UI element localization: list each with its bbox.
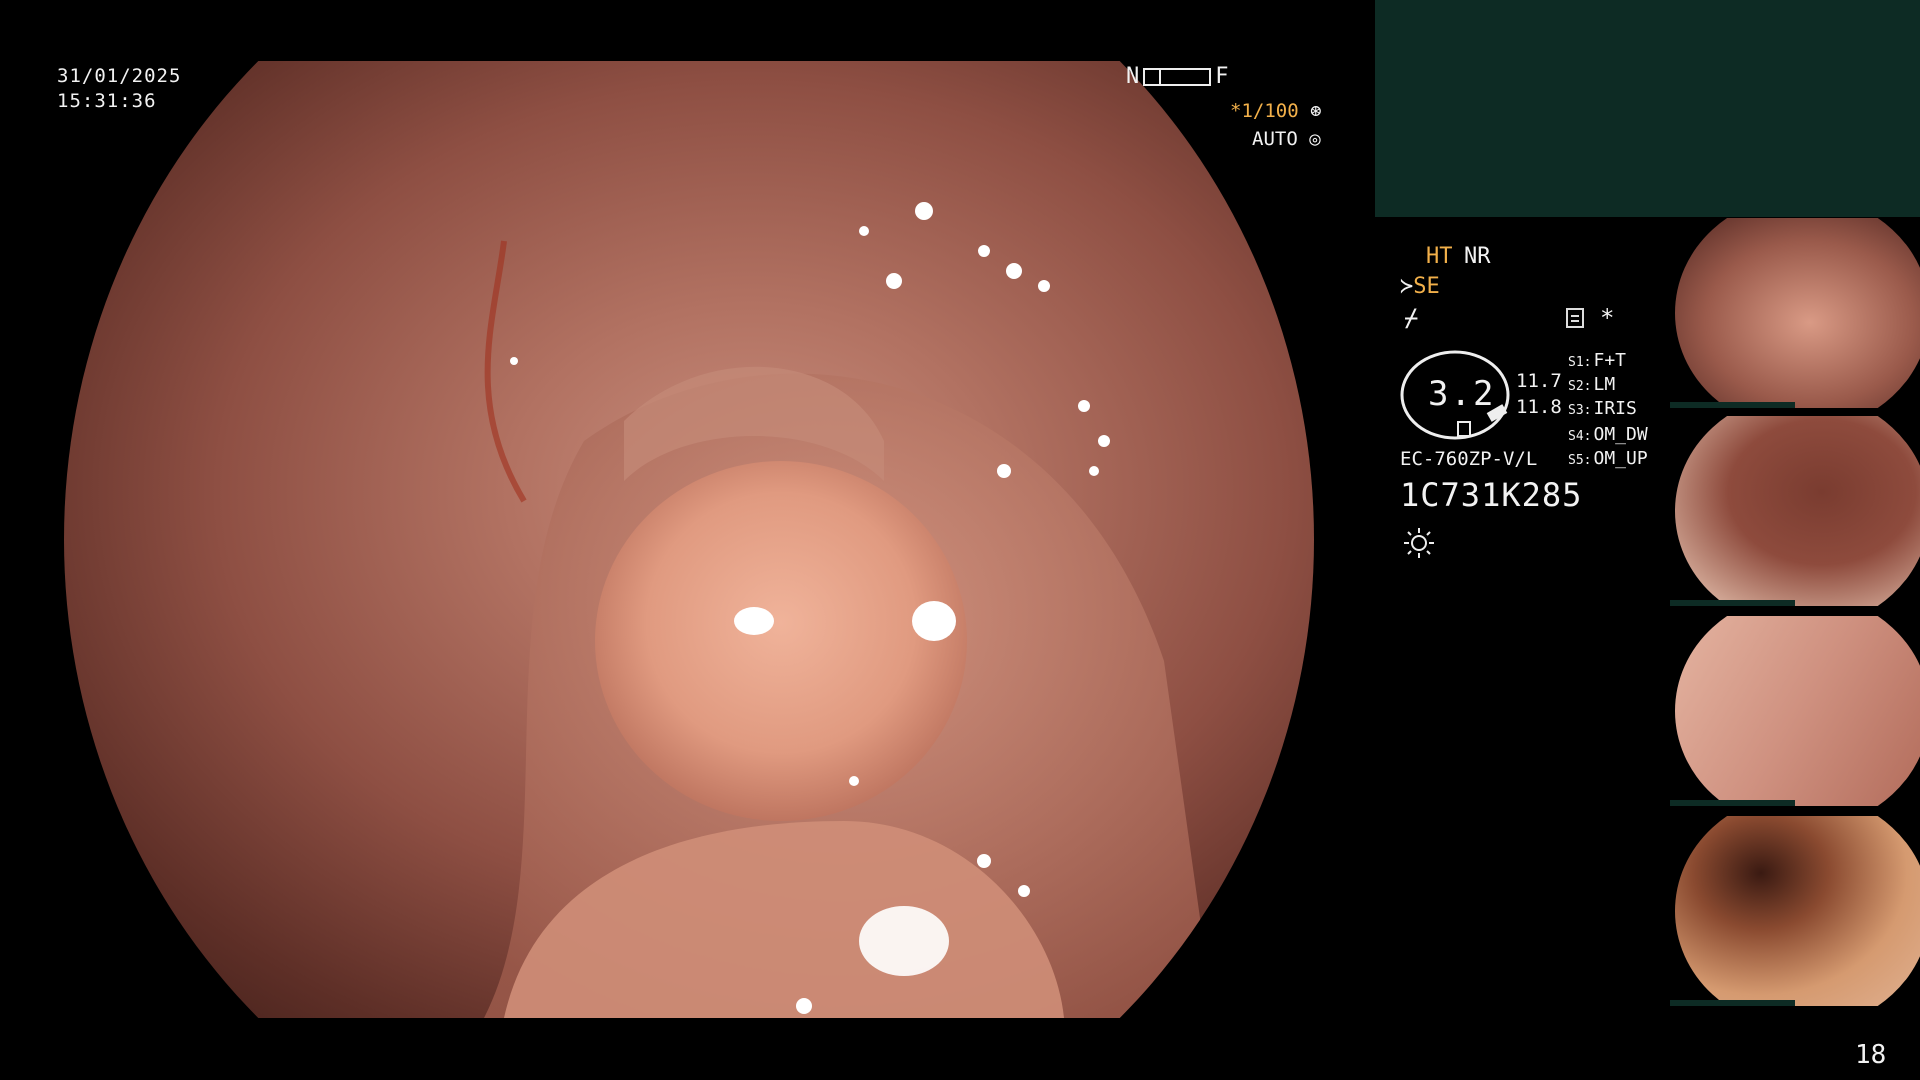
- ht-label: HT: [1426, 244, 1453, 269]
- date-text: 31/01/2025: [57, 65, 182, 87]
- endoscope-image: [484, 202, 1214, 1018]
- thumbnail-1[interactable]: [1670, 218, 1920, 408]
- thumbnail-tag: [1670, 600, 1795, 606]
- date-time: 31/01/2025 15:31:36: [57, 64, 181, 114]
- asterisk-icon: *: [1600, 304, 1615, 332]
- zoom-value: 3.2: [1428, 374, 1496, 414]
- endoscope-view: [64, 61, 1314, 1018]
- page-number: 18: [1855, 1040, 1887, 1070]
- se-label: SE: [1413, 274, 1440, 299]
- enhance-icon: ≻: [1400, 274, 1414, 299]
- switch-s5: S5: OM_UP: [1568, 448, 1648, 469]
- switch-s3: S3: IRIS: [1568, 398, 1637, 419]
- thumbnail-image: [1675, 218, 1920, 408]
- nr-label: NR: [1464, 244, 1491, 269]
- shutter-text: *1/100: [1230, 100, 1299, 122]
- shutter-speed: *1/100 ⊛: [1230, 100, 1322, 122]
- dial-value-b: 11.8: [1516, 396, 1562, 418]
- thumbnail-4[interactable]: [1670, 816, 1920, 1006]
- aperture-icon: ⊛: [1310, 100, 1322, 122]
- thumbnail-3[interactable]: [1670, 616, 1920, 806]
- light-icon: [1404, 528, 1434, 558]
- switch-s2: S2: LM: [1568, 374, 1616, 395]
- dial-value-a: 11.7: [1516, 370, 1562, 392]
- thumbnail-image: [1675, 816, 1920, 1006]
- info-panel: HT NR ≻SE ⌿ * 3.2 11.7 11.8 S1: F+T S2: LM…: [1400, 240, 1670, 570]
- time-text: 15:31:36: [57, 90, 157, 112]
- menu-icon: [1566, 308, 1584, 328]
- iris-icon: ◎: [1309, 128, 1321, 150]
- far-label: F: [1215, 64, 1229, 89]
- scope-model: EC-760ZP-V/L: [1400, 448, 1538, 470]
- thumbnail-2[interactable]: [1670, 416, 1920, 606]
- scope-serial: 1C731K285: [1400, 476, 1583, 514]
- wave-icon: ⌿: [1404, 304, 1419, 332]
- focus-indicator: N F: [1126, 64, 1229, 89]
- switch-s4: S4: OM_DW: [1568, 424, 1648, 445]
- thumbnail-tag: [1670, 402, 1795, 408]
- status-panel: [1375, 0, 1920, 217]
- iris-mode: AUTO ◎: [1252, 128, 1321, 150]
- near-label: N: [1126, 64, 1140, 89]
- iris-mode-text: AUTO: [1252, 128, 1298, 150]
- thumbnail-tag: [1670, 800, 1795, 806]
- switch-s1: S1: F+T: [1568, 350, 1626, 371]
- thumbnail-image: [1675, 416, 1920, 606]
- focus-bar: [1143, 67, 1212, 86]
- thumbnail-tag: [1670, 1000, 1795, 1006]
- se-indicator: ≻SE: [1400, 274, 1440, 299]
- thumbnail-image: [1675, 616, 1920, 806]
